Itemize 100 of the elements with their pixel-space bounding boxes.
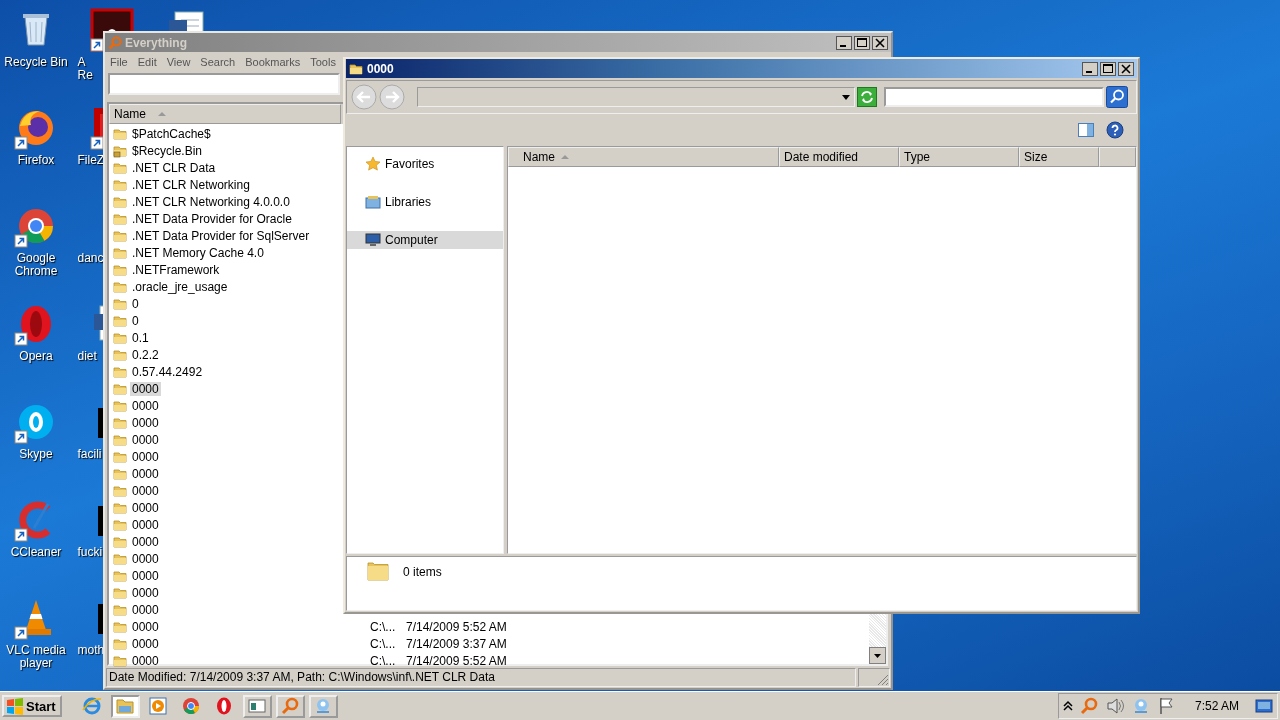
file-name[interactable]: 0000	[130, 398, 161, 413]
help-icon[interactable]	[1106, 121, 1124, 139]
icon-label: moth	[76, 644, 102, 657]
file-name[interactable]: .NET Data Provider for SqlServer	[130, 228, 312, 243]
file-name[interactable]: .NET Memory Cache 4.0	[130, 245, 266, 260]
maximize-button[interactable]	[1100, 61, 1116, 76]
file-name[interactable]: .oracle_jre_usage	[130, 279, 230, 294]
taskbar-button[interactable]	[308, 694, 338, 718]
minimize-button[interactable]	[1082, 61, 1098, 76]
folder-icon	[113, 262, 127, 277]
file-name[interactable]: 0000	[130, 517, 161, 532]
nav-item[interactable]: Computer	[347, 231, 503, 249]
folder-icon	[113, 551, 127, 566]
menu-item[interactable]: Search	[200, 56, 236, 68]
folder-icon	[113, 211, 127, 226]
maximize-button[interactable]	[854, 35, 870, 50]
folder-icon	[113, 347, 127, 362]
file-name[interactable]: $PatchCache$	[130, 126, 213, 141]
column-header[interactable]: Name	[109, 104, 341, 124]
file-name[interactable]: 0000	[130, 568, 161, 583]
folder-icon	[113, 228, 127, 243]
file-name[interactable]: 0	[130, 313, 141, 328]
folder-icon	[113, 653, 127, 668]
menu-item[interactable]: Tools	[310, 56, 336, 68]
menu-item[interactable]: Edit	[137, 56, 157, 68]
start-button[interactable]: Start	[2, 695, 62, 717]
file-name[interactable]: .NETFramework	[130, 262, 222, 277]
icon-label: danc	[76, 252, 102, 265]
show-hidden-icons-button[interactable]	[1062, 700, 1073, 712]
dropdown-caret-icon[interactable]	[842, 94, 850, 100]
file-name[interactable]: 0000	[130, 449, 161, 464]
taskbar-button[interactable]	[110, 694, 140, 718]
nav-item[interactable]: Libraries	[347, 193, 503, 211]
file-name[interactable]: 0000	[130, 551, 161, 566]
folder-icon	[113, 313, 127, 328]
taskbar-button[interactable]	[275, 694, 305, 718]
date-cell: 7/14/2009 5:52 AM	[406, 653, 507, 668]
column-header[interactable]: Name	[508, 147, 779, 167]
windows-logo-icon	[6, 697, 24, 715]
icon-label: Opera	[18, 350, 54, 363]
search-button[interactable]	[1106, 86, 1128, 108]
file-name[interactable]: $Recycle.Bin	[130, 143, 205, 158]
file-name[interactable]: 0000	[130, 432, 161, 447]
column-header[interactable]: Date modified	[779, 147, 899, 167]
file-name[interactable]: .NET CLR Data	[130, 160, 218, 175]
file-name[interactable]: 0	[130, 296, 141, 311]
folder-icon	[113, 466, 127, 481]
refresh-button[interactable]	[857, 87, 877, 107]
chrome-icon	[181, 696, 202, 716]
folder-icon	[349, 61, 363, 76]
column-header[interactable]: Size	[1019, 147, 1099, 167]
folder-icon	[113, 619, 127, 634]
menu-item[interactable]: View	[166, 56, 191, 68]
path-cell-text: C:\...	[369, 653, 397, 668]
menu-item[interactable]: Bookmarks	[245, 56, 301, 68]
folder-icon	[113, 636, 127, 651]
file-name[interactable]: 0000	[130, 483, 161, 498]
menu-item[interactable]: File	[110, 56, 128, 68]
file-name[interactable]: 0000	[130, 585, 161, 600]
folder-icon	[113, 245, 127, 260]
volume-icon[interactable]	[1104, 696, 1125, 716]
file-name[interactable]: .NET Data Provider for Oracle	[130, 211, 294, 226]
search-field[interactable]	[108, 73, 340, 95]
close-button[interactable]	[1118, 61, 1134, 76]
file-name[interactable]: 0000	[130, 381, 161, 396]
file-name[interactable]: 0.1	[130, 330, 151, 345]
file-name[interactable]: 0000	[130, 500, 161, 515]
folder-icon	[113, 296, 127, 311]
folder-icon	[113, 160, 127, 175]
scroll-down-button[interactable]	[869, 647, 886, 664]
file-name[interactable]: 0000	[130, 534, 161, 549]
date-cell: 7/14/2009 3:37 AM	[406, 636, 507, 651]
folder-icon	[113, 364, 127, 379]
file-name[interactable]: .NET CLR Networking 4.0.0.0	[130, 194, 292, 209]
file-name[interactable]: 0000	[130, 466, 161, 481]
file-name[interactable]: 0000	[130, 636, 161, 651]
status-text: Date Modified: 7/14/2009 3:37 AM, Path: C:\Windows\inf\.NET CLR Data	[106, 668, 856, 687]
show-desktop-button[interactable]	[1255, 698, 1273, 714]
preview-pane-icon[interactable]	[1078, 123, 1094, 137]
window-title: 0000	[367, 61, 394, 76]
path-cell-text: C:\...	[369, 636, 397, 651]
folder-icon	[367, 560, 389, 582]
browser-icon	[82, 696, 103, 716]
file-name[interactable]: 0.57.44.2492	[130, 364, 205, 379]
close-button[interactable]	[872, 35, 888, 50]
file-name[interactable]: 0000	[130, 415, 161, 430]
file-name[interactable]: .NET CLR Networking	[130, 177, 252, 192]
folder-icon	[113, 415, 127, 430]
minimize-button[interactable]	[836, 35, 852, 50]
locked-folder-icon	[113, 143, 127, 158]
search-field[interactable]	[884, 87, 1104, 107]
taskbar-button[interactable]	[242, 694, 272, 718]
sort-arrow-icon	[158, 111, 166, 117]
file-name[interactable]: 0000	[130, 602, 161, 617]
nav-item[interactable]: Favorites	[347, 155, 503, 173]
folder-icon	[113, 602, 127, 617]
column-header[interactable]: Type	[899, 147, 1019, 167]
file-name[interactable]: 0000	[130, 619, 161, 634]
file-name[interactable]: 0.2.2	[130, 347, 161, 362]
file-name[interactable]: 0000	[130, 653, 161, 668]
